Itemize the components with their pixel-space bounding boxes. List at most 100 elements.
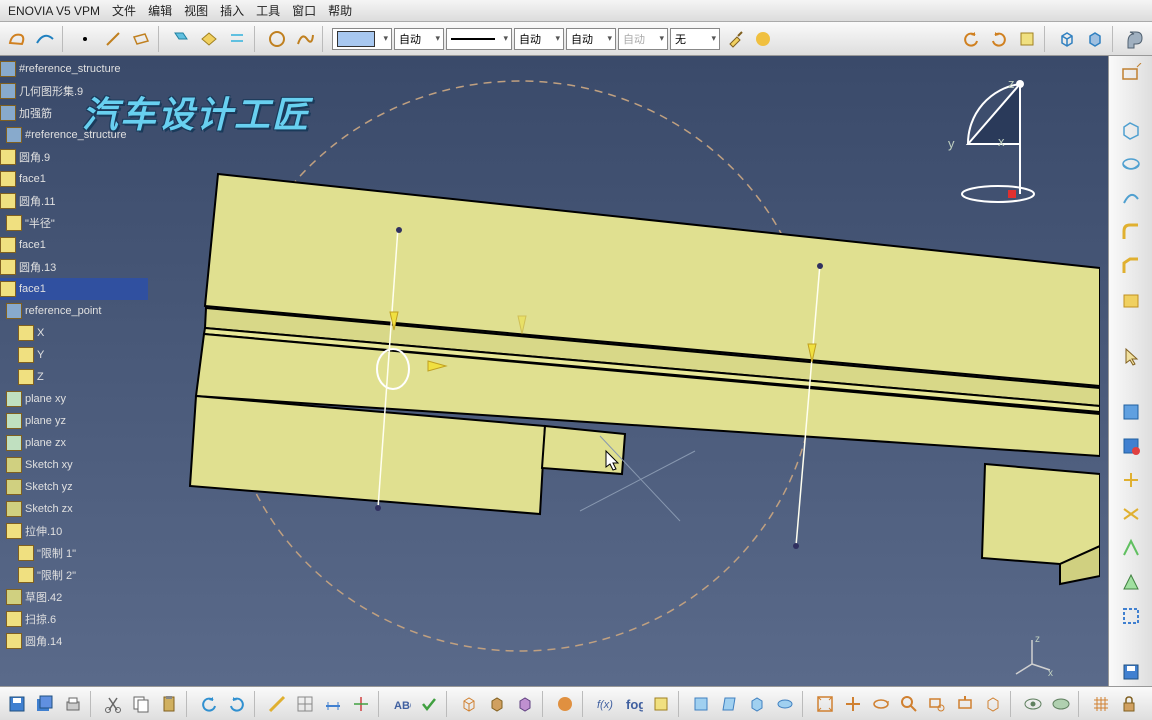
check-icon[interactable] <box>416 691 442 717</box>
tree-item[interactable]: face1 <box>0 278 148 300</box>
text-icon[interactable]: ABC <box>388 691 414 717</box>
pan-icon[interactable] <box>840 691 866 717</box>
axis-icon[interactable] <box>348 691 374 717</box>
undo-bottom-icon[interactable] <box>196 691 222 717</box>
extract-icon[interactable] <box>1116 534 1146 562</box>
tree-item[interactable]: face1 <box>0 234 148 256</box>
view-front-icon[interactable] <box>688 691 714 717</box>
render-dropdown-2[interactable]: 自动 <box>566 28 616 50</box>
tree-item[interactable]: Z <box>0 366 148 388</box>
grid-icon[interactable] <box>292 691 318 717</box>
tree-item[interactable]: 圆角.14 <box>0 630 148 652</box>
tree-item[interactable]: Sketch zx <box>0 498 148 520</box>
measure-icon[interactable] <box>264 691 290 717</box>
tree-item[interactable]: "半径" <box>0 212 148 234</box>
paste-icon[interactable] <box>156 691 182 717</box>
menu-tools[interactable]: 工具 <box>250 2 286 19</box>
chamfer-yellow-icon[interactable] <box>1116 252 1146 280</box>
heal2-icon[interactable] <box>1116 432 1146 460</box>
tree-item[interactable]: face1 <box>0 168 148 190</box>
save-icon[interactable] <box>4 691 30 717</box>
tree-item[interactable]: 圆角.13 <box>0 256 148 278</box>
redo-bottom-icon[interactable] <box>224 691 250 717</box>
view-lock-icon[interactable] <box>1116 691 1142 717</box>
sketch-icon[interactable] <box>1116 60 1146 88</box>
workbench-icon[interactable] <box>1122 26 1148 52</box>
view-compass[interactable]: z y x <box>940 68 1040 198</box>
material-tool-icon[interactable] <box>750 26 776 52</box>
look-at-icon[interactable] <box>980 691 1006 717</box>
rotate-icon[interactable] <box>868 691 894 717</box>
grid-display-icon[interactable] <box>1088 691 1114 717</box>
view-side-icon[interactable] <box>716 691 742 717</box>
tree-item[interactable]: reference_point <box>0 300 148 322</box>
render-hlr-icon[interactable] <box>512 691 538 717</box>
tree-item[interactable]: plane zx <box>0 432 148 454</box>
save-mgmt-icon[interactable] <box>1116 658 1146 686</box>
cursor-icon[interactable] <box>1116 342 1146 370</box>
shell-yellow-icon[interactable] <box>1116 286 1146 314</box>
revolve-icon[interactable] <box>1116 150 1146 178</box>
save-all-icon[interactable] <box>32 691 58 717</box>
fx-icon[interactable]: f(x) <box>592 691 618 717</box>
point-tool-icon[interactable] <box>72 26 98 52</box>
view-top-icon[interactable] <box>772 691 798 717</box>
paint-tool-icon[interactable] <box>722 26 748 52</box>
tree-item[interactable]: X <box>0 322 148 344</box>
render-dropdown-3[interactable]: 自动 <box>618 28 668 50</box>
tree-item[interactable]: "限制 1" <box>0 542 148 564</box>
copy-icon[interactable] <box>128 691 154 717</box>
split-icon[interactable] <box>1116 466 1146 494</box>
swap-visible-icon[interactable] <box>1048 691 1074 717</box>
view-iso-icon[interactable] <box>744 691 770 717</box>
formula-icon[interactable]: fog <box>620 691 646 717</box>
zoom-icon[interactable] <box>896 691 922 717</box>
tree-item[interactable]: 圆角.9 <box>0 146 148 168</box>
dim-icon[interactable] <box>320 691 346 717</box>
linestyle-dropdown[interactable] <box>446 28 512 50</box>
offset-tool-icon[interactable] <box>224 26 250 52</box>
tree-item[interactable]: Sketch xy <box>0 454 148 476</box>
menu-view[interactable]: 视图 <box>178 2 214 19</box>
box-view-2-icon[interactable] <box>1082 26 1108 52</box>
shape-tool-2-icon[interactable] <box>32 26 58 52</box>
trim-icon[interactable] <box>1116 500 1146 528</box>
spline-tool-icon[interactable] <box>292 26 318 52</box>
fit-all-icon[interactable] <box>812 691 838 717</box>
tree-item[interactable]: "限制 2" <box>0 564 148 586</box>
fillet-yellow-icon[interactable] <box>1116 218 1146 246</box>
pad-icon[interactable] <box>1116 116 1146 144</box>
cut-icon[interactable] <box>100 691 126 717</box>
menu-window[interactable]: 窗口 <box>286 2 322 19</box>
tree-item[interactable]: #reference_structure <box>0 58 148 80</box>
lineweight-dropdown[interactable]: 自动 <box>394 28 444 50</box>
line-tool-icon[interactable] <box>100 26 126 52</box>
tree-item[interactable]: plane yz <box>0 410 148 432</box>
intersect-tool-icon[interactable] <box>196 26 222 52</box>
layer-dropdown[interactable]: 无 <box>670 28 720 50</box>
sweep-icon[interactable] <box>1116 184 1146 212</box>
menu-edit[interactable]: 编辑 <box>142 2 178 19</box>
menu-file[interactable]: 文件 <box>106 2 142 19</box>
tree-item[interactable]: 草图.42 <box>0 586 148 608</box>
tree-item[interactable]: Sketch yz <box>0 476 148 498</box>
tree-item[interactable]: Y <box>0 344 148 366</box>
undo-icon[interactable] <box>958 26 984 52</box>
apply-material-icon[interactable] <box>552 691 578 717</box>
color-dropdown[interactable] <box>332 28 392 50</box>
feature-tree[interactable]: #reference_structure几何图形集.9加强筋#reference… <box>0 56 148 686</box>
box-view-1-icon[interactable] <box>1054 26 1080 52</box>
render-wire-icon[interactable] <box>456 691 482 717</box>
project-tool-icon[interactable] <box>168 26 194 52</box>
tree-item[interactable]: 扫掠.6 <box>0 608 148 630</box>
zoom-window-icon[interactable] <box>924 691 950 717</box>
tree-item[interactable]: plane xy <box>0 388 148 410</box>
print-icon[interactable] <box>60 691 86 717</box>
tree-item[interactable]: 圆角.11 <box>0 190 148 212</box>
knowledge-icon[interactable] <box>648 691 674 717</box>
shape-tool-1-icon[interactable] <box>4 26 30 52</box>
redo-icon[interactable] <box>986 26 1012 52</box>
render-shade-icon[interactable] <box>484 691 510 717</box>
circle-tool-icon[interactable] <box>264 26 290 52</box>
history-icon[interactable] <box>1014 26 1040 52</box>
